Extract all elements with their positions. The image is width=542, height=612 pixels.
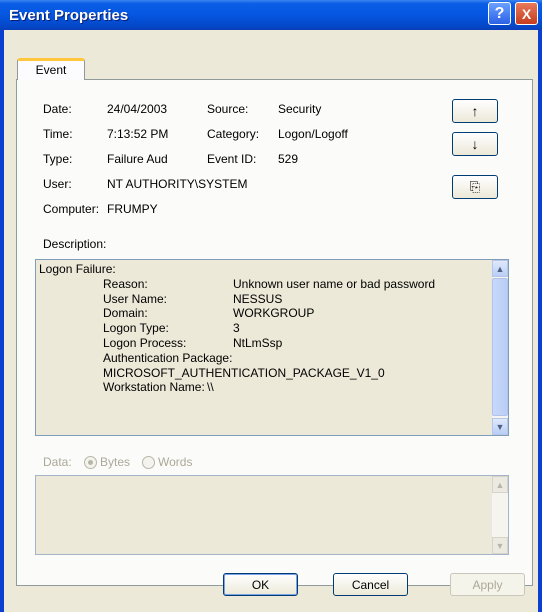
data-scroll-up-button[interactable]: ▲ [492, 476, 508, 493]
apply-button[interactable]: Apply [450, 573, 525, 596]
description-line: Logon Type: 3 [39, 321, 489, 336]
description-line-key: User Name: [103, 291, 168, 306]
copy-icon: ⎘ [469, 179, 481, 194]
date-label: Date: [43, 102, 72, 116]
source-label: Source: [207, 102, 249, 116]
event-properties-window: Event Properties ? X Event Date: 24/04/2… [0, 0, 542, 612]
computer-value: FRUMPY [107, 202, 158, 216]
scroll-up-icon: ▲ [495, 263, 505, 274]
bytes-label: Bytes [100, 455, 131, 469]
description-line: Logon Process: NtLmSsp [39, 336, 489, 351]
description-line: User Name: NESSUS [39, 292, 489, 307]
description-line-value: 3 [233, 321, 240, 336]
title-bar[interactable]: Event Properties ? X [0, 0, 542, 30]
time-value: 7:13:52 PM [107, 127, 169, 141]
description-line: Reason: Unknown user name or bad password [39, 277, 489, 292]
tab-event[interactable]: Event [17, 58, 85, 80]
time-label: Time: [43, 127, 73, 141]
description-line-key: Authentication Package: [103, 350, 233, 365]
description-line-key: Reason: [103, 276, 148, 291]
words-radio[interactable] [142, 456, 155, 469]
description-line-key: Domain: [103, 306, 148, 321]
data-label: Data: [43, 455, 72, 469]
description-line-key: MICROSOFT_AUTHENTICATION_PACKAGE_V1_0 [103, 365, 385, 380]
bytes-radio[interactable] [84, 456, 97, 469]
description-line: Domain: WORKGROUP [39, 306, 489, 321]
help-button[interactable]: ? [488, 2, 511, 25]
data-scrollbar[interactable]: ▲ ▼ [491, 476, 508, 554]
computer-label: Computer: [43, 202, 100, 216]
description-line: Logon Failure: [39, 262, 489, 277]
description-line: Authentication Package: [39, 351, 489, 366]
arrow-up-icon: ↑ [471, 103, 479, 119]
description-line-value: \\ [207, 380, 214, 395]
category-label: Category: [207, 127, 260, 141]
scroll-up-button[interactable]: ▲ [492, 260, 508, 277]
type-label: Type: [43, 152, 73, 166]
type-value: Failure Aud [107, 152, 168, 166]
copy-button[interactable]: ⎘ [452, 175, 498, 199]
description-scrollbar[interactable]: ▲ ▼ [491, 260, 508, 435]
description-line-value: NESSUS [233, 291, 283, 306]
words-label: Words [158, 455, 193, 469]
previous-event-button[interactable]: ↑ [452, 99, 498, 123]
help-icon: ? [494, 4, 505, 22]
description-line-key: Workstation Name: [103, 380, 205, 395]
description-line-key: Logon Failure: [39, 262, 116, 276]
close-button[interactable]: X [515, 2, 538, 25]
description-line-key: Logon Process: [103, 335, 187, 350]
data-scroll-down-button[interactable]: ▼ [492, 537, 508, 554]
ok-button[interactable]: OK [223, 573, 298, 596]
scroll-down-icon: ▼ [495, 540, 505, 551]
event-id-value: 529 [278, 152, 299, 166]
window-title: Event Properties [9, 7, 129, 24]
description-line: Workstation Name: \\ [39, 380, 489, 395]
scroll-down-button[interactable]: ▼ [492, 418, 508, 435]
description-line-value: Unknown user name or bad password [233, 276, 436, 291]
description-textarea[interactable]: Logon Failure: Reason: Unknown user name o… [35, 259, 509, 436]
category-value: Logon/Logoff [278, 127, 348, 141]
scroll-up-icon: ▲ [495, 479, 505, 490]
cancel-button[interactable]: Cancel [333, 573, 408, 596]
arrow-down-icon: ↓ [471, 136, 479, 152]
scroll-down-icon: ▼ [495, 421, 505, 432]
user-label: User: [43, 177, 72, 191]
dialog-client: Event Date: 24/04/2003 Source: Security … [4, 30, 538, 612]
date-value: 24/04/2003 [107, 102, 168, 116]
scroll-thumb[interactable] [492, 278, 508, 416]
source-value: Security [278, 102, 322, 116]
description-line-value: NtLmSsp [233, 335, 283, 350]
event-id-label: Event ID: [207, 152, 257, 166]
description-line-value: WORKGROUP [233, 306, 315, 321]
description-label: Description: [43, 237, 107, 251]
user-value: NT AUTHORITY\SYSTEM [107, 177, 248, 191]
description-line: MICROSOFT_AUTHENTICATION_PACKAGE_V1_0 [39, 366, 489, 381]
description-line-key: Logon Type: [103, 321, 169, 336]
next-event-button[interactable]: ↓ [452, 132, 498, 156]
data-textarea[interactable]: ▲ ▼ [35, 475, 509, 555]
close-icon: X [521, 5, 532, 22]
description-text: Logon Failure: Reason: Unknown user name o… [39, 262, 489, 395]
